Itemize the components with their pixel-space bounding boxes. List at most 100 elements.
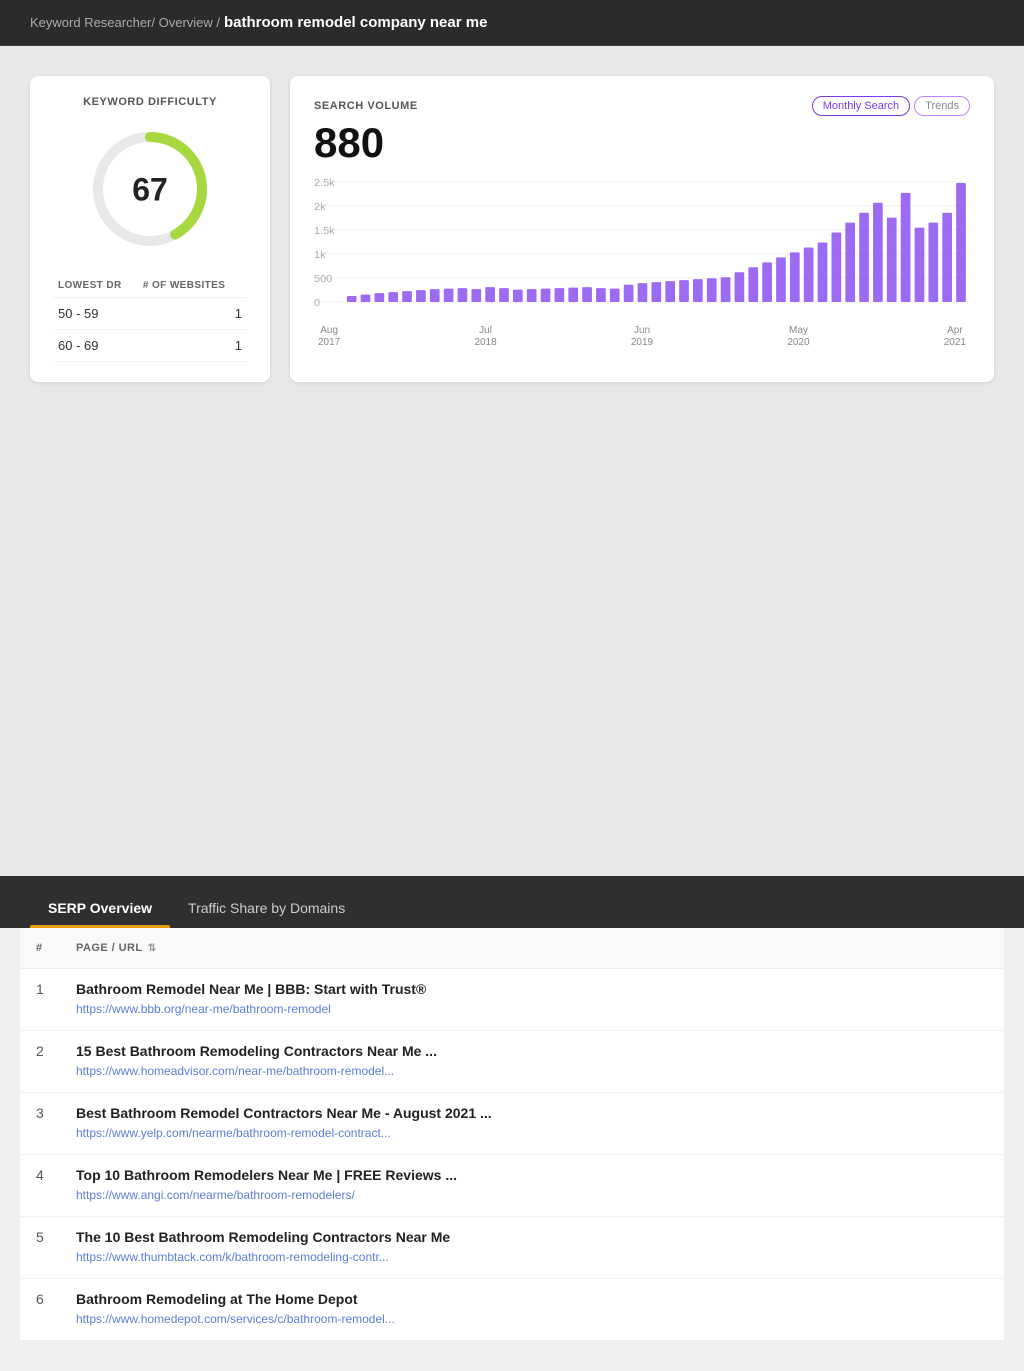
bar: [430, 289, 440, 302]
sv-number: 880: [314, 120, 970, 166]
bar: [582, 287, 592, 302]
bar: [388, 292, 398, 302]
table-row: 4 Top 10 Bathroom Remodelers Near Me | F…: [20, 1155, 1004, 1217]
bar: [374, 293, 384, 302]
bar: [541, 289, 551, 302]
table-row: 5 The 10 Best Bathroom Remodeling Contra…: [20, 1217, 1004, 1279]
bar: [928, 223, 938, 302]
keyword-difficulty-card: KEYWORD DIFFICULTY 67 LOWEST DR # OF WEB…: [30, 76, 270, 382]
kd-score: 67: [132, 171, 168, 207]
chart-label-2: Jun2019: [631, 325, 653, 349]
bar: [735, 272, 745, 302]
bar: [887, 218, 897, 302]
table-row: 6 Bathroom Remodeling at The Home Depot …: [20, 1279, 1004, 1341]
content-body: # PAGE / URL ⇅ 1 Bathroom Remodel Near M…: [0, 928, 1024, 1371]
bar: [638, 283, 648, 302]
page-url[interactable]: https://www.homedepot.com/services/c/bat…: [76, 1312, 395, 1326]
bar: [901, 193, 911, 302]
row-number: 5: [20, 1217, 60, 1279]
bar: [416, 290, 426, 302]
row-page-info: The 10 Best Bathroom Remodeling Contract…: [60, 1217, 1004, 1279]
page-title: Best Bathroom Remodel Contractors Near M…: [76, 1105, 988, 1121]
dr-count: 1: [139, 298, 246, 330]
sv-title: SEARCH VOLUME: [314, 100, 418, 112]
inner-table-wrap: # PAGE / URL ⇅ 1 Bathroom Remodel Near M…: [20, 928, 1004, 1341]
row-number: 4: [20, 1155, 60, 1217]
svg-text:2.5k: 2.5k: [314, 179, 335, 189]
dr-table: LOWEST DR # OF WEBSITES 50 - 59 1 60 - 6…: [54, 274, 246, 362]
bar-chart: 2.5k 2k 1.5k 1k 500 0: [314, 178, 970, 318]
bar: [845, 223, 855, 302]
sv-tabs: Monthly Search Trends: [812, 96, 970, 116]
table-row: 1 Bathroom Remodel Near Me | BBB: Start …: [20, 969, 1004, 1031]
bar: [956, 183, 966, 302]
chart-label-3: May2020: [787, 325, 809, 349]
breadcrumb-bar: Keyword Researcher/ Overview / bathroom …: [0, 0, 1024, 46]
gauge-svg: 67: [85, 124, 215, 254]
chart-label-0: Aug2017: [318, 325, 340, 349]
bar: [513, 290, 523, 302]
page-title: 15 Best Bathroom Remodeling Contractors …: [76, 1043, 988, 1059]
page-url[interactable]: https://www.angi.com/nearme/bathroom-rem…: [76, 1188, 355, 1202]
page-url[interactable]: https://www.bbb.org/near-me/bathroom-rem…: [76, 1002, 331, 1016]
tabs-section: SERP Overview Traffic Share by Domains: [0, 876, 1024, 928]
col-num-header: #: [20, 928, 60, 969]
chart-area: 2.5k 2k 1.5k 1k 500 0 Aug2017 Jul2018 Ju…: [314, 178, 970, 338]
sv-header: SEARCH VOLUME Monthly Search Trends: [314, 96, 970, 116]
tab-serp-overview[interactable]: SERP Overview: [30, 888, 170, 928]
row-number: 3: [20, 1093, 60, 1155]
bar: [444, 289, 454, 302]
main-content: KEYWORD DIFFICULTY 67 LOWEST DR # OF WEB…: [0, 46, 1024, 876]
dr-col1-header: LOWEST DR: [54, 274, 139, 298]
dr-col2-header: # OF WEBSITES: [139, 274, 246, 298]
chart-x-labels: Aug2017 Jul2018 Jun2019 May2020 Apr2021: [314, 325, 970, 349]
dr-range: 50 - 59: [54, 298, 139, 330]
bar: [361, 295, 371, 302]
bar: [818, 243, 828, 303]
tab-trends[interactable]: Trends: [914, 96, 970, 116]
bar: [651, 282, 661, 302]
bar: [721, 277, 731, 302]
chart-label-1: Jul2018: [474, 325, 496, 349]
svg-text:1k: 1k: [314, 251, 326, 261]
dr-table-row: 60 - 69 1: [54, 330, 246, 362]
bar: [471, 289, 481, 302]
row-number: 6: [20, 1279, 60, 1341]
bar: [485, 287, 495, 302]
bar: [748, 267, 758, 302]
bar: [527, 289, 537, 302]
svg-text:0: 0: [314, 299, 320, 309]
tab-monthly-search[interactable]: Monthly Search: [812, 96, 910, 116]
bar: [499, 288, 509, 302]
dr-count: 1: [139, 330, 246, 362]
row-page-info: Top 10 Bathroom Remodelers Near Me | FRE…: [60, 1155, 1004, 1217]
bar: [942, 213, 952, 302]
bar: [679, 280, 689, 302]
chart-label-4: Apr2021: [944, 325, 966, 349]
dr-table-row: 50 - 59 1: [54, 298, 246, 330]
tabs-bar: SERP Overview Traffic Share by Domains: [30, 876, 994, 928]
bar: [873, 203, 883, 302]
page-title: Bathroom Remodel Near Me | BBB: Start wi…: [76, 981, 988, 997]
kd-title: KEYWORD DIFFICULTY: [54, 96, 246, 108]
table-row: 3 Best Bathroom Remodel Contractors Near…: [20, 1093, 1004, 1155]
results-table: # PAGE / URL ⇅ 1 Bathroom Remodel Near M…: [20, 928, 1004, 1341]
bar: [596, 288, 606, 302]
page-url[interactable]: https://www.thumbtack.com/k/bathroom-rem…: [76, 1250, 389, 1264]
table-row: 2 15 Best Bathroom Remodeling Contractor…: [20, 1031, 1004, 1093]
page-url[interactable]: https://www.homeadvisor.com/near-me/bath…: [76, 1064, 394, 1078]
svg-text:500: 500: [314, 275, 332, 285]
widgets-row: KEYWORD DIFFICULTY 67 LOWEST DR # OF WEB…: [30, 76, 994, 382]
bar: [762, 263, 772, 303]
page-url[interactable]: https://www.yelp.com/nearme/bathroom-rem…: [76, 1126, 391, 1140]
bar: [707, 278, 717, 302]
sort-icon: ⇅: [148, 943, 157, 954]
gauge-container: 67: [54, 124, 246, 254]
row-page-info: Bathroom Remodel Near Me | BBB: Start wi…: [60, 969, 1004, 1031]
dr-range: 60 - 69: [54, 330, 139, 362]
bar: [693, 279, 703, 302]
tab-traffic-share[interactable]: Traffic Share by Domains: [170, 888, 363, 928]
bar: [555, 288, 565, 302]
bar: [610, 289, 620, 302]
breadcrumb-base: Keyword Researcher/ Overview /: [30, 15, 220, 30]
